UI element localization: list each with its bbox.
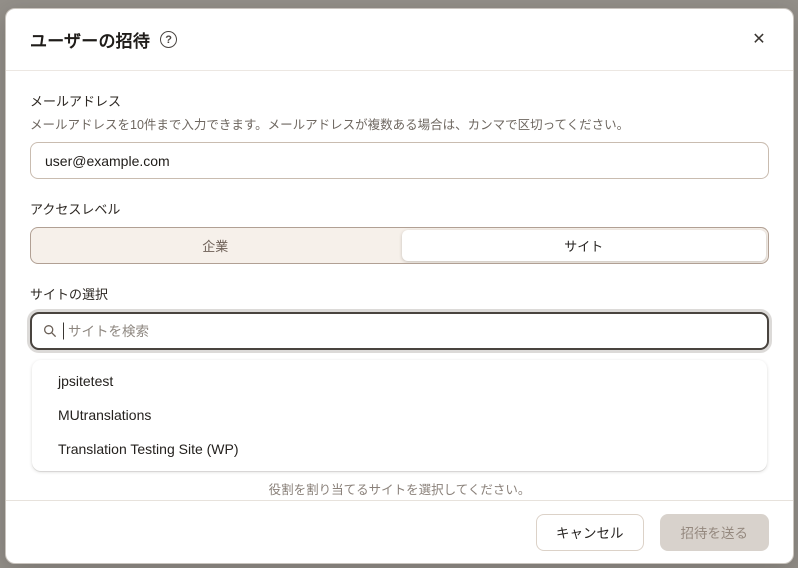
- dialog-footer: キャンセル 招待を送る: [6, 500, 793, 563]
- site-dropdown-list: jpsitetest MUtranslations Translation Te…: [32, 360, 767, 471]
- cancel-button[interactable]: キャンセル: [536, 513, 644, 551]
- site-list-item[interactable]: MUtranslations: [32, 398, 767, 432]
- dialog-body: メールアドレス メールアドレスを10件まで入力できます。メールアドレスが複数ある…: [6, 71, 793, 500]
- site-search-wrap: [30, 312, 769, 350]
- dialog-title: ユーザーの招待: [30, 32, 151, 51]
- close-icon[interactable]: ✕: [745, 26, 773, 54]
- dialog-header: ユーザーの招待 ? ✕: [6, 9, 793, 71]
- email-input[interactable]: [30, 142, 769, 179]
- invite-user-dialog: ユーザーの招待 ? ✕ メールアドレス メールアドレスを10件まで入力できます。…: [5, 8, 794, 564]
- site-search-input[interactable]: [30, 312, 769, 350]
- access-level-label: アクセスレベル: [30, 202, 121, 217]
- help-icon[interactable]: ?: [160, 31, 178, 48]
- segment-company[interactable]: 企業: [31, 228, 400, 263]
- site-list-item[interactable]: jpsitetest: [32, 364, 767, 398]
- segment-site[interactable]: サイト: [401, 230, 766, 261]
- email-description: メールアドレスを10件まで入力できます。メールアドレスが複数ある場合は、カンマで…: [30, 118, 630, 132]
- site-selection-helper-text: 役割を割り当てるサイトを選択してください。: [268, 483, 531, 497]
- modal-overlay: ユーザーの招待 ? ✕ メールアドレス メールアドレスを10件まで入力できます。…: [0, 0, 798, 568]
- email-label: メールアドレス: [30, 94, 122, 109]
- site-selection-label: サイトの選択: [30, 287, 109, 302]
- access-level-segmented-control: 企業 サイト: [30, 227, 769, 264]
- send-invite-button[interactable]: 招待を送る: [659, 513, 769, 551]
- site-list-item[interactable]: Translation Testing Site (WP): [32, 432, 767, 466]
